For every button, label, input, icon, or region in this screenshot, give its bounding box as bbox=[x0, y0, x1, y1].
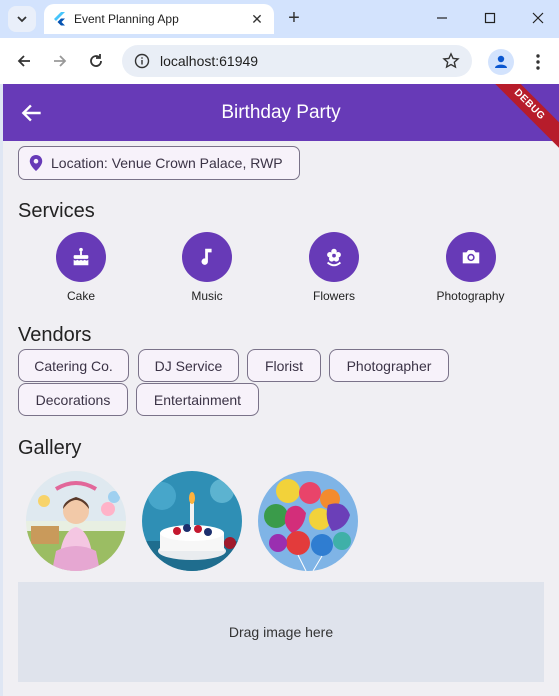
tab-close-icon[interactable]: ✕ bbox=[246, 8, 268, 30]
flower-icon bbox=[326, 248, 342, 267]
maximize-button[interactable] bbox=[470, 6, 510, 30]
url-text: localhost:61949 bbox=[160, 53, 259, 69]
service-label: Music bbox=[191, 289, 223, 303]
vendor-chip[interactable]: Photographer bbox=[329, 349, 449, 382]
service-flowers[interactable]: Flowers bbox=[304, 232, 364, 303]
forward-button[interactable] bbox=[46, 47, 74, 75]
vendor-chip[interactable]: Entertainment bbox=[136, 383, 259, 416]
app-bar: Birthday Party DEBUG bbox=[3, 84, 559, 154]
browser-toolbar: localhost:61949 bbox=[0, 38, 559, 84]
music-note-icon bbox=[201, 248, 212, 265]
browser-tab-strip: Event Planning App ✕ + bbox=[0, 0, 559, 38]
gallery-image-child-birthday[interactable] bbox=[26, 471, 126, 571]
page-title: Birthday Party bbox=[221, 102, 341, 123]
bookmark-star-icon[interactable] bbox=[442, 52, 460, 70]
location-chip[interactable]: Location: Venue Crown Palace, RWP bbox=[18, 146, 300, 180]
minimize-icon bbox=[437, 17, 447, 19]
service-photography[interactable]: Photography bbox=[428, 232, 513, 303]
vendor-chip[interactable]: DJ Service bbox=[138, 349, 239, 382]
camera-icon bbox=[462, 250, 479, 264]
gallery-heading: Gallery bbox=[18, 437, 82, 459]
service-label: Cake bbox=[66, 289, 95, 303]
vendor-chip[interactable]: Catering Co. bbox=[18, 349, 129, 382]
vendor-chip[interactable]: Florist bbox=[247, 349, 321, 382]
back-button[interactable] bbox=[10, 47, 38, 75]
site-info-icon[interactable] bbox=[134, 53, 150, 69]
reload-button[interactable] bbox=[82, 47, 110, 75]
more-vertical-icon bbox=[536, 54, 540, 70]
tab-title: Event Planning App bbox=[74, 12, 179, 26]
service-icon-circle[interactable] bbox=[182, 232, 232, 282]
browser-tab[interactable]: Event Planning App ✕ bbox=[44, 4, 274, 34]
arrow-left-icon bbox=[17, 55, 30, 67]
app-viewport: Birthday Party DEBUG Location: Venue Cro… bbox=[3, 84, 559, 696]
flutter-logo-icon bbox=[54, 12, 65, 26]
tab-search-button[interactable] bbox=[8, 6, 36, 32]
profile-avatar[interactable] bbox=[488, 49, 514, 75]
person-icon bbox=[495, 55, 507, 68]
service-label: Photography bbox=[436, 289, 505, 303]
maximize-icon bbox=[484, 12, 496, 24]
new-tab-button[interactable]: + bbox=[282, 6, 306, 30]
service-label: Flowers bbox=[312, 289, 355, 303]
services-heading: Services bbox=[18, 200, 95, 222]
close-window-button[interactable] bbox=[518, 6, 558, 30]
image-dropzone[interactable]: Drag image here bbox=[18, 582, 544, 682]
service-icon-circle[interactable] bbox=[56, 232, 106, 282]
service-cake[interactable]: Cake bbox=[51, 232, 111, 303]
reload-icon bbox=[90, 54, 102, 67]
minimize-button[interactable] bbox=[422, 6, 462, 30]
location-text: Location: Venue Crown Palace, RWP bbox=[51, 155, 283, 171]
close-icon bbox=[532, 12, 544, 24]
arrow-right-icon bbox=[54, 55, 67, 67]
cake-icon bbox=[73, 247, 89, 266]
browser-menu-button[interactable] bbox=[526, 49, 550, 75]
chevron-down-icon bbox=[17, 16, 27, 23]
location-pin-icon bbox=[29, 155, 43, 171]
service-icon-circle[interactable] bbox=[445, 232, 496, 282]
service-icon-circle[interactable] bbox=[309, 232, 359, 282]
address-bar[interactable]: localhost:61949 bbox=[122, 45, 472, 77]
gallery-image-birthday-cake[interactable] bbox=[142, 471, 242, 571]
vendors-heading: Vendors bbox=[18, 324, 92, 346]
gallery-image-balloons[interactable] bbox=[258, 471, 358, 571]
vendor-chip[interactable]: Decorations bbox=[18, 383, 128, 416]
service-music[interactable]: Music bbox=[177, 232, 237, 303]
